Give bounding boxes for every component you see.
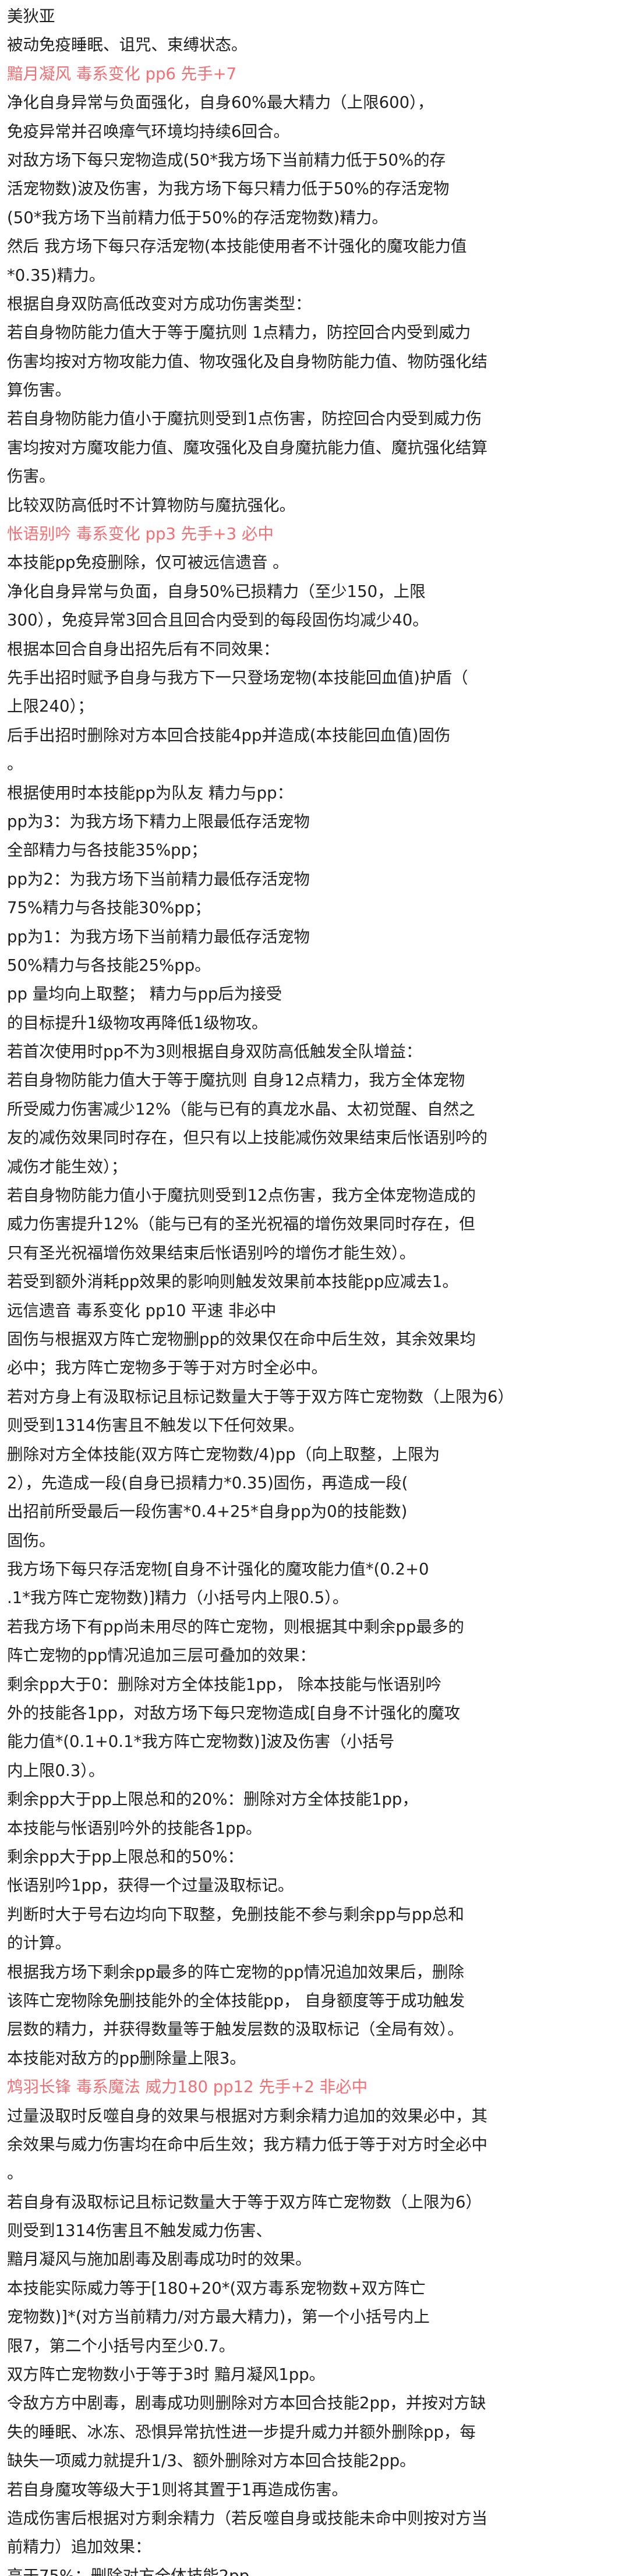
text-line: 判断时大于号右边均向下取整，免删技能不参与剩余pp与pp总和 [7,1905,464,1924]
text-line: 外的技能各1pp，对敌方场下每只宠物造成[自身不计强化的魔攻 [7,1704,461,1723]
text-line: 高于75%：删除对方全体技能2pp。 [7,2566,266,2576]
text-line: 活宠物数)波及伤害，为我方场下每只精力低于50%的存活宠物 [7,179,450,199]
text-line: 。 [7,755,23,774]
text-line: 失的睡眠、冰冻、恐惧异常抗性进一步提升威力并额外删除pp，每 [7,2422,476,2441]
text-line: 若首次使用时pp不为3则根据自身双防高低触发全队增益： [7,1042,422,1061]
text-line: 若自身物防能力值大于等于魔抗则 自身12点精力，我方全体宠物 [7,1071,465,1090]
text-line: 先手出招时赋予自身与我方下一只登场宠物(本技能回血值)护盾（ [7,668,468,687]
text-line: 远信遗音 毒系变化 pp10 平速 非必中 [7,1301,277,1320]
text-line: 本技能实际威力等于[180+20*(双方毒系宠物数+双方阵亡 [7,2278,426,2298]
text-line: 所受威力伤害减少12%（能与已有的真龙水晶、太初觉醒、自然之 [7,1099,475,1119]
text-line: 对敌方场下每只宠物造成(50*我方场下当前精力低于50%的存 [7,150,446,169]
text-line: 该阵亡宠物除免删技能外的全体技能pp， 自身额度等于成功触发 [7,1991,465,2010]
text-line: 全部精力与各技能35%pp； [7,841,207,860]
text-line: 威力伤害提升12%（能与已有的圣光祝福的增伤效果同时存在，但 [7,1215,475,1234]
text-line: pp为3：为我方场下精力上限最低存活宠物 [7,812,310,831]
text-line: 伤害均按对方物攻能力值、物攻强化及自身物防能力值、物防强化结 [7,352,487,371]
text-line: 若自身魔攻等级大于1则将其置于1再造成伤害。 [7,2480,348,2499]
text-line: 被动免疫睡眠、诅咒、束缚状态。 [7,36,248,55]
text-line: 害均按对方魔攻能力值、魔攻强化及自身魔抗能力值、魔抗强化结算 [7,438,487,457]
text-line: 则受到1314伤害且不触发以下任何效果。 [7,1416,304,1435]
text-line: 净化自身异常与负面强化，自身60%最大精力（上限600）， [7,93,434,112]
text-line: 免疫异常并召唤瘴气环境均持续6回合。 [7,122,289,141]
text-line: 伤害。 [7,467,55,486]
text-line: 的计算。 [7,1934,71,1953]
text-line: 层数的精力，并获得数量等于触发层数的汲取标记（全局有效）。 [7,2020,464,2039]
text-line: 剩余pp大于pp上限总和的50%： [7,1848,243,1866]
text-line: 若对方身上有汲取标记且标记数量大于等于双方阵亡宠物数（上限为6） [7,1387,514,1406]
text-line: 限7，第二个小括号内至少0.7。 [7,2336,235,2355]
text-line: 本技能与怅语别吟外的技能各1pp。 [7,1818,262,1838]
text-line: *0.35)精力。 [7,266,105,285]
text-line: 剩余pp大于0：删除对方全体技能1pp， 除本技能与怅语别吟 [7,1675,442,1694]
text-line: 根据本回合自身出招先后有不同效果： [7,639,280,659]
text-line: pp为1：为我方场下当前精力最低存活宠物 [7,927,310,946]
text-line: 余效果与威力伤害均在命中后生效；我方精力低于等于对方时全必中 [7,2135,487,2154]
text-line: 然后 我方场下每只存活宠物(本技能使用者不计强化的魔攻能力值 [7,237,467,256]
text-line: 算伤害。 [7,381,71,400]
text-line: 若自身物防能力值小于魔抗则受到1点伤害，防控回合内受到威力伤 [7,409,482,429]
text-line: 根据使用时本技能pp为队友 精力与pp： [7,783,294,802]
text-line: (50*我方场下当前精力低于50%的存活宠物数)精力。 [7,208,388,227]
text-line: 造成伤害后根据对方剩余精力（若反噬自身或技能未命中则按对方当 [7,2508,487,2528]
text-line: 2），先造成一段(自身已损精力*0.35)固伤，再造成一段( [7,1473,408,1492]
text-line: 过量汲取时反噬自身的效果与根据对方剩余精力追加的效果必中，其 [7,2106,487,2125]
text-line: pp为2：为我方场下当前精力最低存活宠物 [7,869,310,889]
text-line: 我方场下每只存活宠物[自身不计强化的魔攻能力值*(0.2+0 [7,1560,429,1579]
text-line: 净化自身异常与负面，自身50%已损精力（至少150，上限 [7,582,426,601]
text-line: pp 量均向上取整； 精力与pp后为接受 [7,985,282,1004]
text-line: 黯月凝风与施加剧毒及剧毒成功时的效果。 [7,2250,312,2269]
skill-heading: 怅语别吟 毒系变化 pp3 先手+3 必中 [7,525,274,544]
text-line: 本技能pp免疫删除，仅可被远信遗音 。 [7,553,289,572]
text-line: 根据自身双防高低改变对方成功伤害类型： [7,294,312,313]
text-line: 宠物数)]*(对方当前精力/对方最大精力)，第一个小括号内上 [7,2308,430,2327]
text-line: 只有圣光祝福增伤效果结束后怅语别吟的增伤才能生效）。 [7,1243,416,1262]
text-line: 前精力）追加效果： [7,2538,151,2557]
text-line: 比较双防高低时不计算物防与魔抗强化。 [7,496,295,515]
text-line: 减伤才能生效）； [7,1157,128,1176]
text-line: 根据我方场下剩余pp最多的阵亡宠物的pp情况追加效果后，删除 [7,1962,464,1981]
text-line: 出招前所受最后一段伤害*0.4+25*自身pp为0的技能数) [7,1502,408,1521]
text-line: 缺失一项威力就提升1/3、额外删除对方本回合技能2pp。 [7,2451,416,2471]
text-line: 删除对方全体技能(双方阵亡宠物数/4)pp（向上取整，上限为 [7,1445,440,1464]
text-line: 50%精力与各技能25%pp。 [7,956,211,975]
text-line: 。 [7,2164,23,2183]
text-line: .1*我方阵亡宠物数)]精力（小括号内上限0.5）。 [7,1588,349,1608]
document-page: 美狄亚被动免疫睡眠、诅咒、束缚状态。 黯月凝风 毒系变化 pp6 先手+7 净化自身… [0,0,629,2576]
text-line: 友的减伤效果同时存在，但只有以上技能减伤效果结束后怅语别吟的 [7,1128,487,1148]
text-line: 若自身物防能力值小于魔抗则受到12点伤害，我方全体宠物造成的 [7,1186,476,1205]
text-line: 固伤。 [7,1531,55,1550]
text-line: 本技能对敌方的pp删除量上限3。 [7,2048,246,2068]
text-line: 双方阵亡宠物数小于等于3时 黯月凝风1pp。 [7,2365,326,2384]
skill-heading: 鸩羽长锋 毒系魔法 威力180 pp12 先手+2 非必中 [7,2078,368,2097]
text-line: 300），免疫异常3回合且回合内受到的每段固伤均减少40。 [7,611,429,630]
text-line: 内上限0.3）。 [7,1761,105,1780]
text-line: 能力值*(0.1+0.1*我方阵亡宠物数)]波及伤害（小括号 [7,1732,395,1751]
text-line: 若我方场下有pp尚未用尽的阵亡宠物，则根据其中剩余pp最多的 [7,1617,464,1636]
text-line: 的目标提升1级物攻再降低1级物攻。 [7,1013,268,1032]
text-line: 上限240）； [7,697,94,716]
text-line: 固伤与根据双方阵亡宠物删pp的效果仅在命中后生效，其余效果均 [7,1329,476,1349]
text-line: 阵亡宠物的pp情况追加三层可叠加的效果： [7,1646,316,1665]
text-line: 75%精力与各技能30%pp； [7,898,211,918]
text-line: 剩余pp大于pp上限总和的20%：删除对方全体技能1pp， [7,1790,418,1809]
text-line: 美狄亚 [7,7,55,26]
text-line: 若自身有汲取标记且标记数量大于等于双方阵亡宠物数（上限为6） [7,2192,482,2211]
skill-heading: 黯月凝风 毒系变化 pp6 先手+7 [7,64,237,83]
text-line: 怅语别吟1pp，获得一个过量汲取标记。 [7,1876,294,1895]
text-line: 则受到1314伤害且不触发威力伤害、 [7,2221,272,2241]
text-line: 后手出招时删除对方本回合技能4pp并造成(本技能回血值)固伤 [7,726,451,745]
text-line: 若受到额外消耗pp效果的影响则触发效果前本技能pp应减去1。 [7,1272,458,1291]
text-line: 必中；我方阵亡宠物多于等于对方时全必中。 [7,1358,327,1378]
text-line: 令敌方方中剧毒，剧毒成功则删除对方本回合技能2pp，并按对方缺 [7,2394,486,2413]
text-line: 若自身物防能力值大于等于魔抗则 1点精力，防控回合内受到威力 [7,323,471,342]
